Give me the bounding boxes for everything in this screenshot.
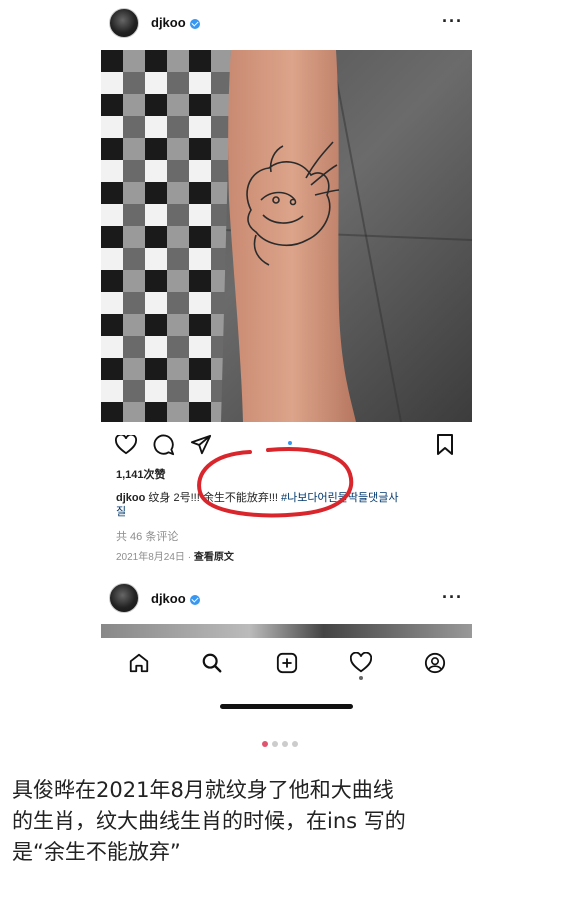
avatar[interactable] [109, 8, 139, 38]
username[interactable]: djkoo [151, 15, 186, 30]
home-indicator[interactable] [220, 704, 353, 709]
like-heart-icon[interactable] [115, 435, 137, 455]
view-comments-link[interactable]: 共 46 条评论 [116, 528, 178, 544]
see-original-link[interactable]: 查看原文 [194, 552, 234, 563]
activity-heart-icon[interactable] [350, 652, 372, 674]
post-date-row: 2021年8月24日 · 查看原文 [116, 552, 234, 563]
save-bookmark-icon[interactable] [436, 434, 454, 456]
page-indicator [260, 734, 300, 752]
notification-dot [359, 676, 363, 680]
article-text: 具俊晔在2021年8月就纹身了他和大曲线 的生肖，纹大曲线生肖的时候，在ins … [12, 775, 562, 868]
add-post-icon[interactable] [276, 652, 298, 674]
username-row[interactable]: djkoo [151, 15, 200, 30]
verified-badge-icon [189, 594, 200, 605]
profile-icon[interactable] [424, 652, 446, 674]
caption-hashtag-cont[interactable]: 질 [116, 506, 126, 518]
page-dot[interactable] [292, 741, 298, 747]
page-dot[interactable] [272, 741, 278, 747]
caption-text-1: 纹身 2 [148, 492, 180, 504]
avatar[interactable] [109, 583, 139, 613]
comment-icon[interactable] [153, 434, 175, 456]
article-line: 的生肖，纹大曲线生肖的时候，在ins 写的 [12, 809, 406, 833]
article-line: 是“余生不能放弃” [12, 840, 181, 864]
article-line: 具俊晔在2021年8月就纹身了他和大曲线 [12, 778, 394, 802]
red-highlight-circle [197, 447, 354, 518]
page-dot-active[interactable] [262, 741, 268, 747]
more-options-icon[interactable]: ··· [442, 11, 463, 32]
verified-badge-icon [189, 18, 200, 29]
username[interactable]: djkoo [151, 591, 186, 606]
more-options-icon[interactable]: ··· [442, 587, 463, 608]
search-icon[interactable] [201, 652, 223, 674]
likes-count[interactable]: 1,141次赞 [116, 468, 166, 482]
post-date: 2021年8月24日 [116, 552, 185, 563]
page-dot[interactable] [282, 741, 288, 747]
tattoo-photo-image [101, 50, 472, 422]
caption-username[interactable]: djkoo [116, 492, 145, 504]
username-row[interactable]: djkoo [151, 591, 200, 606]
post-photo-preview[interactable] [101, 624, 472, 638]
home-icon[interactable] [128, 652, 150, 674]
post-photo[interactable] [101, 50, 472, 422]
